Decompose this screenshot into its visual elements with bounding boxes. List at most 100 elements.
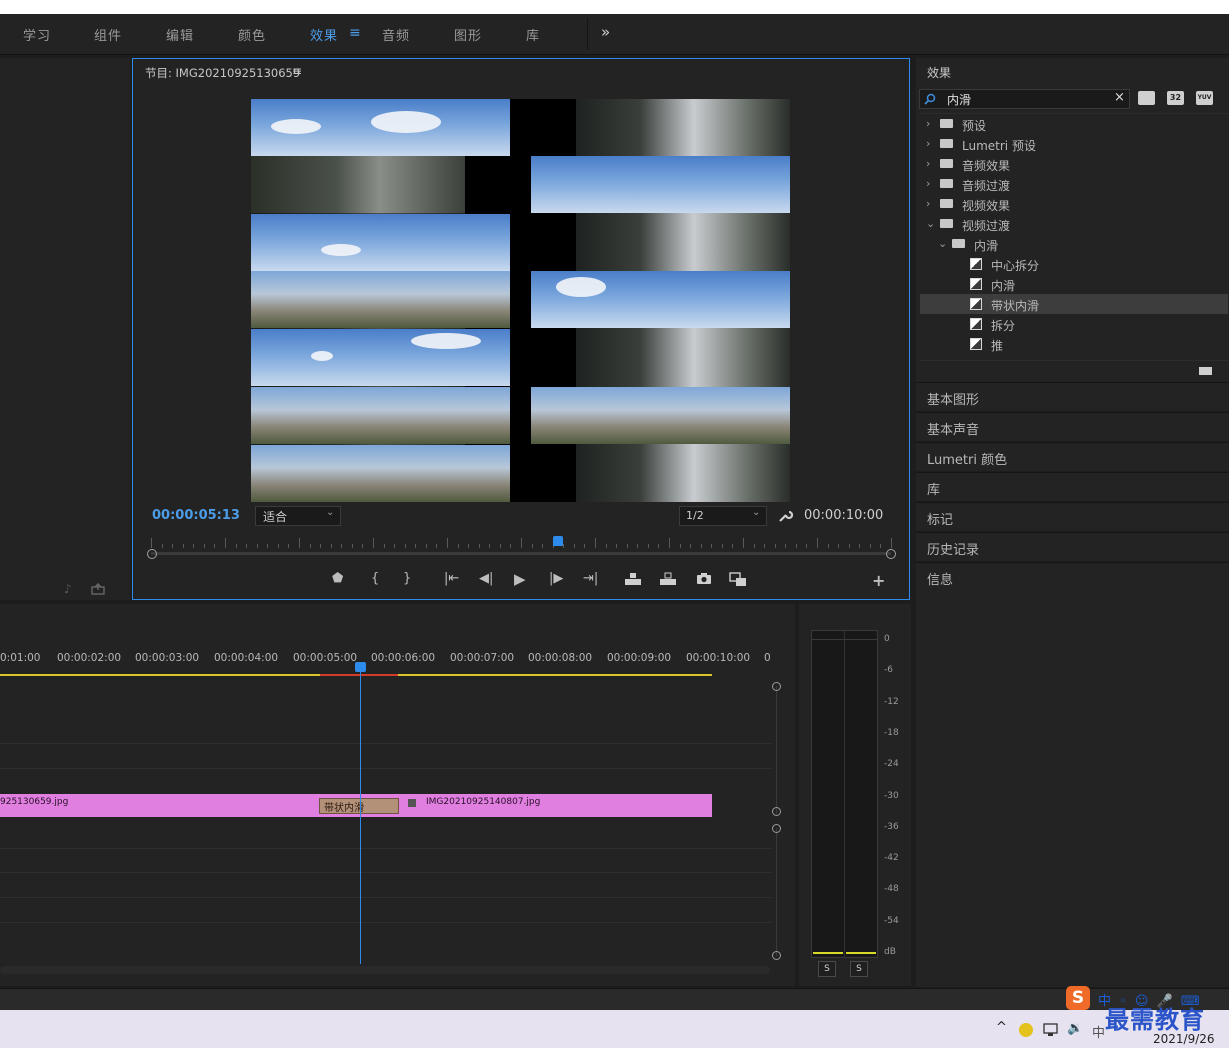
network-icon[interactable] — [1043, 1023, 1059, 1037]
chevron-right-icon[interactable]: › — [926, 117, 936, 130]
wrench-icon[interactable] — [777, 508, 793, 524]
meter-scale-label: -54 — [884, 915, 899, 926]
export-frame-icon[interactable] — [91, 583, 105, 595]
effect-folder[interactable]: › 音频过渡 — [920, 174, 1228, 194]
chevron-right-icon[interactable]: › — [926, 137, 936, 150]
workspace-effects[interactable]: 效果 — [310, 25, 338, 44]
more-workspaces-icon[interactable]: » — [601, 23, 611, 41]
effect-folder[interactable]: › 预设 — [920, 114, 1228, 134]
scroll-handle[interactable] — [772, 951, 781, 960]
solo-right-button[interactable]: S — [850, 961, 868, 977]
scrubber-tick — [774, 544, 776, 548]
workspace-assembly[interactable]: 组件 — [94, 25, 122, 44]
yuv-icon[interactable]: YUV — [1196, 91, 1213, 105]
add-marker-icon[interactable]: ⬟ — [332, 571, 343, 586]
scrubber-ruler[interactable] — [151, 538, 892, 550]
workspace-menu-icon[interactable]: ≡ — [349, 25, 362, 41]
panel-essential-sound[interactable]: 基本声音 — [916, 412, 1229, 441]
panel-info[interactable]: 信息 — [916, 562, 1229, 987]
play-icon[interactable]: ▶ — [514, 570, 526, 588]
show-hidden-icons-icon[interactable]: ^ — [996, 1020, 1007, 1035]
effect-item[interactable]: 拆分 — [920, 314, 1228, 334]
mark-in-icon[interactable]: { — [371, 571, 379, 586]
chevron-down-icon[interactable]: ⌄ — [938, 237, 948, 250]
step-forward-icon[interactable]: |▶ — [549, 571, 563, 586]
program-monitor-title[interactable]: 节目: IMG20210925130659 — [145, 65, 300, 81]
volume-icon[interactable]: 🔉 — [1067, 1021, 1083, 1036]
scroll-handle[interactable] — [772, 824, 781, 833]
go-to-out-icon[interactable]: ⇥| — [583, 571, 598, 586]
button-editor-add-icon[interactable]: + — [872, 571, 885, 590]
workspace-graphics[interactable]: 图形 — [454, 25, 482, 44]
chevron-right-icon[interactable]: › — [926, 197, 936, 210]
effect-folder[interactable]: › 音频效果 — [920, 154, 1228, 174]
panel-libraries[interactable]: 库 — [916, 472, 1229, 501]
horizontal-scrollbar[interactable] — [0, 966, 770, 974]
chevron-right-icon[interactable]: › — [926, 157, 936, 170]
workspace-audio[interactable]: 音频 — [382, 25, 410, 44]
clear-search-icon[interactable]: × — [1114, 90, 1125, 105]
effects-panel-title[interactable]: 效果 — [927, 64, 951, 81]
export-frame-camera-icon[interactable] — [696, 572, 712, 585]
program-playhead[interactable] — [553, 536, 563, 546]
effect-item[interactable]: 内滑 — [920, 274, 1228, 294]
effect-folder[interactable]: › 视频效果 — [920, 194, 1228, 214]
effect-item[interactable]: 中心拆分 — [920, 254, 1228, 274]
new-bin-icon[interactable] — [1199, 366, 1213, 375]
effect-folder[interactable]: ⌄ 视频过渡 — [920, 214, 1228, 234]
solo-left-button[interactable]: S — [818, 961, 836, 977]
extract-icon[interactable] — [659, 572, 677, 586]
panel-history[interactable]: 历史记录 — [916, 532, 1229, 561]
scrubber-tick — [764, 544, 766, 548]
step-back-icon[interactable]: ◀| — [479, 571, 493, 586]
32bit-icon[interactable]: 32 — [1167, 91, 1184, 105]
scrubber-tick — [573, 544, 575, 548]
workspace-libraries[interactable]: 库 — [526, 25, 540, 44]
panel-lumetri-color[interactable]: Lumetri 颜色 — [916, 442, 1229, 471]
zoom-select[interactable]: 适合 ⌄ — [255, 506, 341, 526]
panel-markers[interactable]: 标记 — [916, 502, 1229, 531]
scrubber-tick — [700, 544, 702, 548]
scroll-handle[interactable] — [772, 682, 781, 691]
current-timecode[interactable]: 00:00:05:13 — [152, 508, 240, 523]
scrubber-tick — [436, 544, 438, 548]
meter-scale-label: -30 — [884, 790, 899, 801]
accel-icon[interactable] — [1138, 91, 1155, 105]
update-icon[interactable] — [1019, 1023, 1033, 1037]
export-audio-icon[interactable]: ♪ — [64, 582, 72, 596]
scrubber-track[interactable] — [151, 552, 891, 555]
workspace-learn[interactable]: 学习 — [23, 25, 51, 44]
scroll-handle[interactable] — [772, 807, 781, 816]
effect-folder[interactable]: › Lumetri 预设 — [920, 134, 1228, 154]
chevron-right-icon[interactable]: › — [926, 177, 936, 190]
scrubber-tick — [246, 544, 248, 548]
program-menu-icon[interactable]: ≡ — [292, 64, 302, 78]
resolution-select[interactable]: 1/2 ⌄ — [679, 506, 767, 526]
workspace-editing[interactable]: 编辑 — [166, 25, 194, 44]
effect-folder[interactable]: ⌄ 内滑 — [920, 234, 1228, 254]
video-strip — [251, 271, 510, 328]
sogou-ime-icon[interactable]: S — [1066, 986, 1090, 1010]
audio-track-scrollbar[interactable] — [776, 828, 777, 956]
lift-icon[interactable] — [624, 572, 642, 586]
ime-indicator[interactable]: 中 — [1092, 1022, 1105, 1041]
timeline-playhead[interactable] — [355, 662, 366, 672]
effect-item[interactable]: 推 — [920, 334, 1228, 354]
video-track-scrollbar[interactable] — [776, 686, 777, 814]
compare-view-icon[interactable] — [729, 572, 747, 587]
workspace-color[interactable]: 颜色 — [238, 25, 266, 44]
scrubber-tick — [288, 544, 290, 548]
mark-out-icon[interactable]: } — [403, 571, 411, 586]
scrubber-start-handle[interactable] — [147, 549, 157, 559]
fx-badge-icon — [408, 799, 416, 807]
panel-essential-graphics[interactable]: 基本图形 — [916, 382, 1229, 411]
scrubber-tick — [341, 544, 343, 548]
effect-item[interactable]: 带状内滑 — [920, 294, 1228, 314]
effects-search-input[interactable]: 内滑 × — [919, 89, 1130, 109]
chevron-down-icon[interactable]: ⌄ — [926, 217, 936, 230]
panel-label: 标记 — [927, 513, 954, 528]
scrubber-end-handle[interactable] — [886, 549, 896, 559]
transition-band-slide[interactable]: 带状内滑 — [319, 798, 399, 814]
clip-image-a[interactable]: 925130659.jpg — [0, 794, 320, 817]
go-to-in-icon[interactable]: |⇤ — [444, 571, 459, 586]
